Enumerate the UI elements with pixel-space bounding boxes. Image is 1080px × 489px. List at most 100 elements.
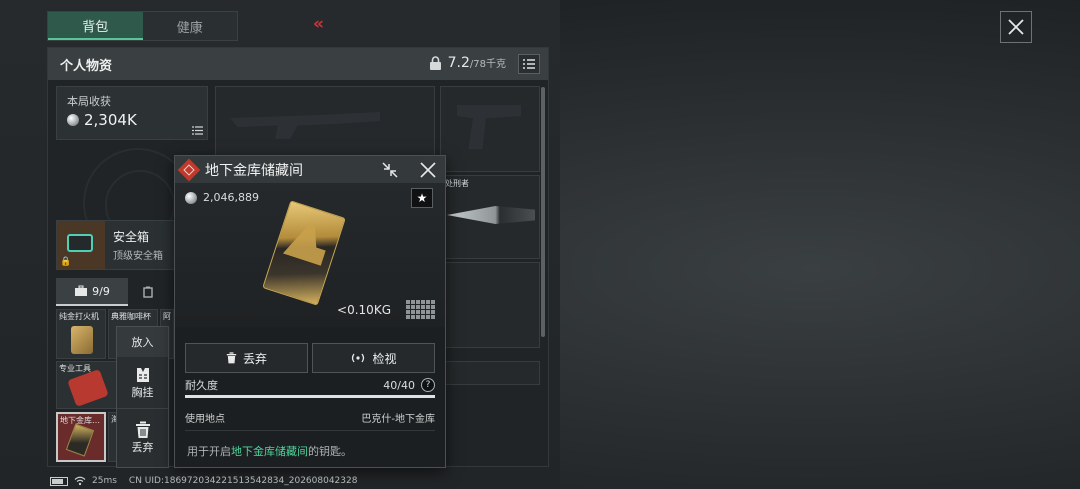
item-pro-tool[interactable]: 专业工具 [56,361,118,409]
collapse-arrows-icon[interactable]: ‹‹ [313,14,324,34]
safe-box-icon: 🔒 [57,221,105,269]
desc-suffix: 的钥匙。 [308,445,352,458]
durability-fill [185,395,435,398]
top-tabs: 背包 健康 [47,11,238,41]
item-preview: 2,046,889 ★ <0.10KG [175,183,445,327]
durability-bar [185,395,435,398]
armor-slot[interactable] [440,262,540,348]
durability-row: 耐久度 40/40 ? [185,377,435,393]
panel-title: 个人物资 [60,58,113,74]
safe-box-subtitle: 顶级安全箱 [113,251,163,262]
item-name: 纯金打火机 [59,312,99,321]
item-actions: 丢弃 检视 [185,343,435,373]
keycard-icon [65,423,95,457]
discard-label: 丢弃 [131,441,154,454]
close-icon [1008,19,1024,35]
tab-backpack[interactable]: 背包 [48,12,143,40]
close-icon [420,162,436,178]
context-menu: 放入 胸挂 丢弃 [116,326,169,468]
item-name: 专业工具 [59,364,91,373]
briefcase-icon [75,285,88,296]
list-icon [192,126,203,135]
collapse-icon [382,162,398,178]
list-view-button[interactable] [518,54,540,74]
divider [185,430,435,431]
desc-prefix: 用于开启 [187,445,231,458]
loot-label: 本局收获 [67,95,111,108]
desc-highlight: 地下金库储藏间 [231,445,308,458]
loot-summary[interactable]: 本局收获 2,304K [56,86,208,140]
item-price-value: 2,046,889 [203,191,259,204]
container-tabs: 9/9 [56,278,178,306]
inspect-button[interactable]: 检视 [312,343,435,373]
durability-label: 耐久度 [185,379,218,392]
safe-box-slot[interactable]: 🔒 安全箱 顶级安全箱 [56,220,178,270]
minimize-button[interactable] [379,159,401,181]
weight-lock-icon [429,56,441,70]
usage-location-value: 巴克什-地下金库 [361,414,435,425]
chest-rig-option[interactable]: 胸挂 [117,357,168,409]
lighter-icon [71,326,93,354]
scrollbar[interactable] [541,87,545,337]
wifi-icon [74,476,86,486]
melee-slot[interactable]: 处刑者 [440,175,540,259]
item-detail-popup: 地下金库储藏间 2,046,889 ★ <0.10KG 丢弃 检视 耐久度 40… [174,155,446,468]
tab-health[interactable]: 健康 [142,12,237,40]
item-gold-lighter[interactable]: 纯金打火机 [56,309,106,359]
coin-icon [185,191,197,204]
usage-location-row: 使用地点 巴克什-地下金库 [185,410,435,425]
popup-header: 地下金库储藏间 [175,156,445,183]
item-size-grid-icon [406,300,435,319]
popup-close-button[interactable] [417,159,439,181]
coin-icon [67,114,79,126]
rarity-diamond-icon [177,158,201,181]
clipboard-icon [143,286,153,298]
tab-safe-box-count: 9/9 [92,284,110,298]
item-weight: <0.10KG [337,303,391,317]
list-icon [523,59,535,69]
item-price: 2,046,889 [185,191,259,204]
item-name: 典雅咖啡杯 [111,312,151,321]
tab-other-container[interactable] [128,278,168,306]
ping-value: 25ms [92,476,117,486]
usage-location-label: 使用地点 [185,414,225,425]
status-bar: 25ms CN UID:18697203422151354283​4_20260… [50,476,357,486]
panel-header: 个人物资 7.2/78千克 [48,48,548,80]
weight-capacity: /78千克 [469,59,506,70]
extra-slot[interactable] [440,361,540,385]
pistol-slot[interactable] [440,86,540,172]
discard-option[interactable]: 丢弃 [117,409,168,467]
close-button[interactable] [1000,11,1032,43]
put-in-header: 放入 [117,327,168,357]
trash-icon [226,352,237,364]
tab-safe-box[interactable]: 9/9 [56,278,128,306]
inspect-button-label: 检视 [372,351,397,366]
pistol-icon [457,105,521,149]
durability-value: 40/40 [383,378,415,392]
chest-rig-label: 胸挂 [131,385,154,399]
discard-button[interactable]: 丢弃 [185,343,308,373]
safe-box-title: 安全箱 [113,230,150,244]
inspect-icon [352,353,365,363]
chest-rig-icon [136,367,149,382]
battery-icon [50,476,68,486]
item-description: 用于开启地下金库储藏间的钥匙。 [187,443,352,459]
loot-value: 2,304K [84,111,137,129]
discard-button-label: 丢弃 [242,351,267,366]
favorite-button[interactable]: ★ [411,188,433,208]
item-name: 阿 [163,312,171,321]
item-vault-keycard[interactable]: 地下金库… [56,412,106,462]
vault-keycard-image [262,200,346,306]
weight-indicator: 7.2/78千克 [429,55,506,71]
popup-title: 地下金库储藏间 [205,162,303,179]
rifle-icon [230,112,380,139]
tool-icon [67,369,109,407]
lock-icon: 🔒 [60,257,72,267]
trash-icon [135,421,150,438]
knife-icon [447,206,535,224]
star-icon: ★ [416,191,428,205]
weight-current: 7.2 [447,55,470,71]
uid-text: CN UID:18697203422151354283​4_2026080423… [128,476,358,486]
help-icon[interactable]: ? [421,378,435,392]
melee-slot-label: 处刑者 [445,179,469,188]
